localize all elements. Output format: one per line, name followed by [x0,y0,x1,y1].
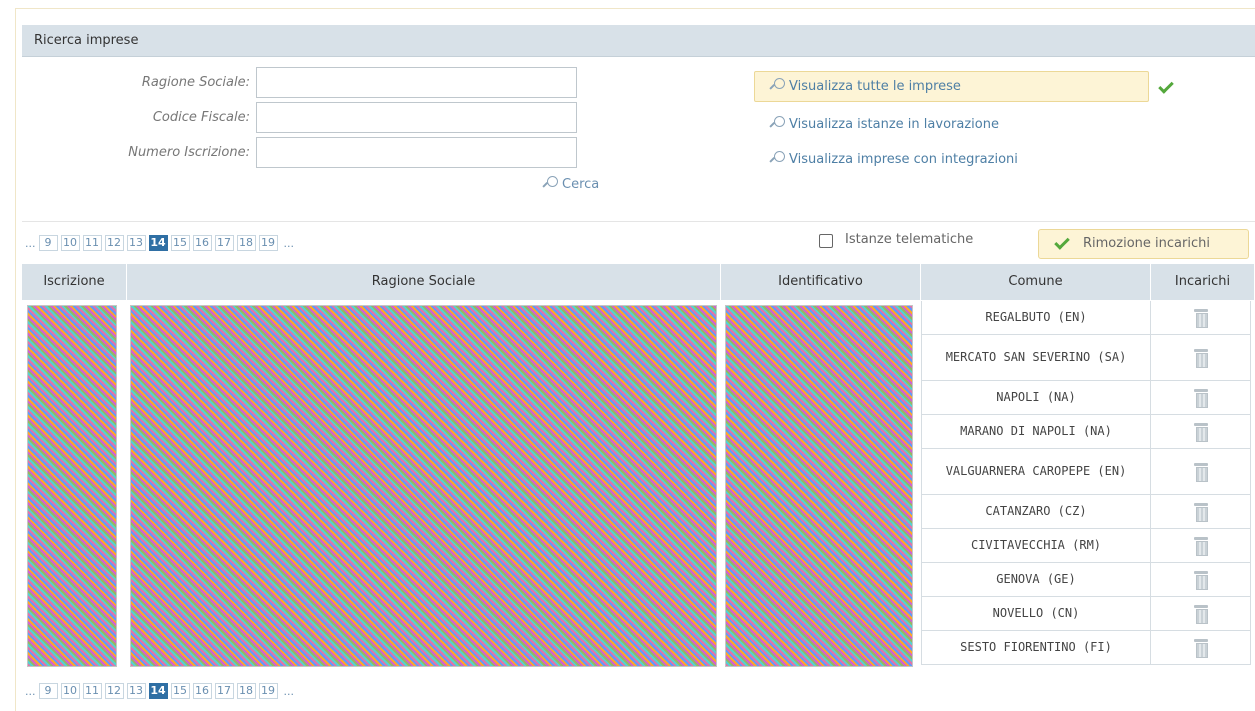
incarichi-cell [1151,335,1251,381]
page-10[interactable]: 10 [60,683,80,699]
comune-cell: VALGUARNERA CAROPEPE (EN) [921,449,1151,495]
page-17[interactable]: 17 [214,683,234,699]
comune-cell: MARANO DI NAPOLI (NA) [921,415,1151,449]
header-ragione-sociale[interactable]: Ragione Sociale [127,264,721,300]
search-icon [770,116,785,130]
incarichi-cell [1151,631,1251,665]
numero-iscrizione-label: Numero Iscrizione: [128,145,250,160]
incarichi-cell [1151,495,1251,529]
view-integrations-link[interactable]: Visualizza imprese con integrazioni [770,151,1018,167]
incarichi-cell [1151,529,1251,563]
pager-top: ... 9 10 11 12 13 14 15 16 17 18 19 ... [22,235,297,251]
header-iscrizione[interactable]: Iscrizione [22,264,127,300]
search-icon [543,176,558,190]
page-13[interactable]: 13 [126,683,146,699]
page-19[interactable]: 19 [258,235,278,251]
divider [22,221,1255,222]
view-all-link[interactable]: Visualizza tutte le imprese [770,78,961,94]
search-button-label: Cerca [562,177,600,192]
search-icon [770,151,785,165]
page-18[interactable]: 18 [236,235,256,251]
page-13[interactable]: 13 [126,235,146,251]
checkmark-icon [1054,234,1070,250]
trash-icon[interactable] [1193,537,1208,556]
trash-icon[interactable] [1193,349,1208,368]
trash-icon[interactable] [1193,423,1208,442]
page-17[interactable]: 17 [214,235,234,251]
comune-cell: CATANZARO (CZ) [921,495,1151,529]
rimozione-incarichi-button[interactable]: Rimozione incarichi [1038,229,1249,259]
telematiche-label: Istanze telematiche [845,232,974,247]
pager-next-dots[interactable]: ... [284,685,295,698]
incarichi-cell [1151,597,1251,631]
telematiche-checkbox[interactable] [819,234,833,248]
header-incarichi[interactable]: Incarichi [1151,264,1255,300]
comune-cell: MERCATO SAN SEVERINO (SA) [921,335,1151,381]
incarichi-cell [1151,449,1251,495]
rimozione-label: Rimozione incarichi [1083,236,1210,251]
trash-icon[interactable] [1193,503,1208,522]
ragione-sociale-label: Ragione Sociale: [141,75,250,90]
trash-icon[interactable] [1193,571,1208,590]
comune-cell: CIVITAVECCHIA (RM) [921,529,1151,563]
comune-cell: REGALBUTO (EN) [921,301,1151,335]
search-icon [770,78,785,92]
redacted-iscrizione-column [27,305,117,667]
numero-iscrizione-input[interactable] [256,137,577,168]
comune-cell: SESTO FIORENTINO (FI) [921,631,1151,665]
comune-cell: NAPOLI (NA) [921,381,1151,415]
pager-prev-dots[interactable]: ... [25,685,36,698]
page-19[interactable]: 19 [258,683,278,699]
page-9[interactable]: 9 [38,235,58,251]
page-16[interactable]: 16 [192,683,212,699]
page-12[interactable]: 12 [104,683,124,699]
page-11[interactable]: 11 [82,683,102,699]
trash-icon[interactable] [1193,463,1208,482]
page-12[interactable]: 12 [104,235,124,251]
page-9[interactable]: 9 [38,683,58,699]
codice-fiscale-label: Codice Fiscale: [152,110,250,125]
header-comune[interactable]: Comune [921,264,1151,300]
header-identificativo[interactable]: Identificativo [721,264,921,300]
incarichi-cell [1151,563,1251,597]
page-15[interactable]: 15 [170,235,190,251]
view-all-label: Visualizza tutte le imprese [789,79,961,94]
pager-bottom: ... 9 10 11 12 13 14 15 16 17 18 19 ... [22,683,297,699]
pager-next-dots[interactable]: ... [284,237,295,250]
page-10[interactable]: 10 [60,235,80,251]
page-current: 14 [148,683,168,699]
page-current: 14 [148,235,168,251]
incarichi-cell [1151,381,1251,415]
view-in-progress-link[interactable]: Visualizza istanze in lavorazione [770,116,999,132]
search-button[interactable]: Cerca [543,176,599,192]
view-integrations-label: Visualizza imprese con integrazioni [789,152,1018,167]
trash-icon[interactable] [1193,309,1208,328]
redacted-ragione-sociale-column [130,305,717,667]
pager-prev-dots[interactable]: ... [25,237,36,250]
incarichi-cell [1151,301,1251,335]
page-16[interactable]: 16 [192,235,212,251]
ragione-sociale-input[interactable] [256,67,577,98]
page-18[interactable]: 18 [236,683,256,699]
trash-icon[interactable] [1193,389,1208,408]
panel-title: Ricerca imprese [22,25,1255,57]
codice-fiscale-input[interactable] [256,102,577,133]
page-11[interactable]: 11 [82,235,102,251]
page-15[interactable]: 15 [170,683,190,699]
trash-icon[interactable] [1193,639,1208,658]
view-in-progress-label: Visualizza istanze in lavorazione [789,117,999,132]
trash-icon[interactable] [1193,605,1208,624]
comune-cell: NOVELLO (CN) [921,597,1151,631]
incarichi-cell [1151,415,1251,449]
redacted-identificativo-column [725,305,913,667]
comune-cell: GENOVA (GE) [921,563,1151,597]
